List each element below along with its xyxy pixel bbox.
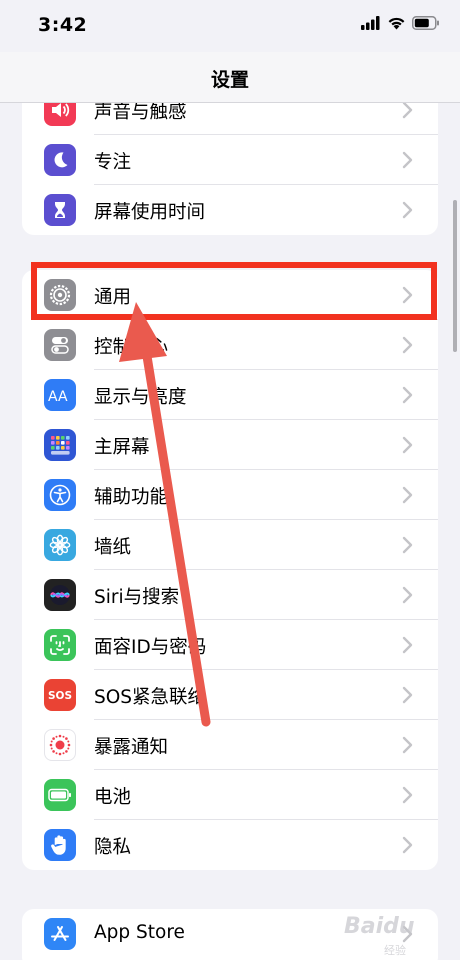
toggles-icon [44,329,76,361]
exposure-icon [44,729,76,761]
chevron-right-icon [402,486,413,504]
battery-icon [44,779,76,811]
settings-row-focus[interactable]: 专注 [22,135,438,185]
chevron-right-icon [402,436,413,454]
settings-row-label: 暴露通知 [94,737,169,758]
settings-row-wallpaper[interactable]: 墙纸 [22,520,438,570]
text-size-icon: AA [44,379,76,411]
settings-row-label: 墙纸 [94,537,132,558]
settings-row-battery[interactable]: 电池 [22,770,438,820]
chevron-right-icon [402,151,413,169]
settings-row-accessibility[interactable]: 辅助功能 [22,470,438,520]
settings-row-siri[interactable]: Siri与搜索 [22,570,438,620]
settings-row-label: 面容ID与密码 [94,637,207,658]
chevron-right-icon [402,536,413,554]
settings-row-face-id[interactable]: 面容ID与密码 [22,620,438,670]
chevron-right-icon [402,925,413,943]
chevron-right-icon [402,386,413,404]
chevron-right-icon [402,286,413,304]
chevron-right-icon [402,636,413,654]
settings-row-general[interactable]: 通用 [22,270,438,320]
face-id-icon [44,629,76,661]
chevron-right-icon [402,586,413,604]
chevron-right-icon [402,786,413,804]
hourglass-icon [44,194,76,226]
chevron-right-icon [402,686,413,704]
sos-icon: SOS [44,679,76,711]
settings-group-2: 通用 控制中心 AA 显示与亮度 主屏幕 辅助功能 墙纸 Siri与搜索 面容I… [22,270,438,870]
settings-row-control-center[interactable]: 控制中心 [22,320,438,370]
settings-row-sounds[interactable]: 声音与触感 [22,103,438,135]
app-store-icon [44,918,76,950]
settings-row-label: 控制中心 [94,337,169,358]
settings-row-emergency-sos[interactable]: SOS SOS紧急联络 [22,670,438,720]
settings-row-label: App Store [94,922,185,943]
settings-row-label: SOS紧急联络 [94,687,207,708]
navigation-bar: 设置 [0,52,460,103]
moon-icon [44,144,76,176]
home-grid-icon [44,429,76,461]
settings-row-home-screen[interactable]: 主屏幕 [22,420,438,470]
speaker-icon [44,103,76,126]
battery-status-icon [412,16,439,30]
svg-text:SOS: SOS [48,690,72,702]
settings-row-label: 主屏幕 [94,437,150,458]
flower-icon [44,529,76,561]
settings-row-privacy[interactable]: 隐私 [22,820,438,870]
settings-row-screen-time[interactable]: 屏幕使用时间 [22,185,438,235]
settings-row-label: Siri与搜索 [94,587,180,608]
settings-row-label: 辅助功能 [94,487,169,508]
settings-row-label: 通用 [94,287,132,308]
hand-icon [44,829,76,861]
settings-row-label: 显示与亮度 [94,387,187,408]
settings-list[interactable]: 声音与触感 专注 屏幕使用时间 通用 控制中心 AA 显示与亮度 主屏幕 辅助功… [0,103,460,960]
chevron-right-icon [402,103,413,119]
cellular-signal-icon [361,16,380,30]
settings-row-label: 声音与触感 [94,103,187,123]
settings-row-app-store[interactable]: App Store [22,909,438,959]
gear-icon [44,279,76,311]
settings-row-exposure[interactable]: 暴露通知 [22,720,438,770]
chevron-right-icon [402,836,413,854]
settings-row-label: 专注 [94,152,132,173]
status-time: 3:42 [38,14,88,36]
chevron-right-icon [402,201,413,219]
chevron-right-icon [402,736,413,754]
chevron-right-icon [402,336,413,354]
status-icons [361,16,440,30]
settings-group-1: 声音与触感 专注 屏幕使用时间 [22,103,438,235]
siri-icon [44,579,76,611]
settings-row-label: 屏幕使用时间 [94,202,206,223]
settings-row-label: 隐私 [94,837,132,858]
settings-group-3: App Store [22,909,438,960]
svg-text:AA: AA [48,389,68,404]
scroll-indicator[interactable] [453,200,457,352]
settings-row-display[interactable]: AA 显示与亮度 [22,370,438,420]
status-bar: 3:42 [0,0,460,52]
wifi-icon [388,17,405,30]
page-title: 设置 [210,69,249,91]
accessibility-icon [44,479,76,511]
settings-row-label: 电池 [94,787,132,808]
